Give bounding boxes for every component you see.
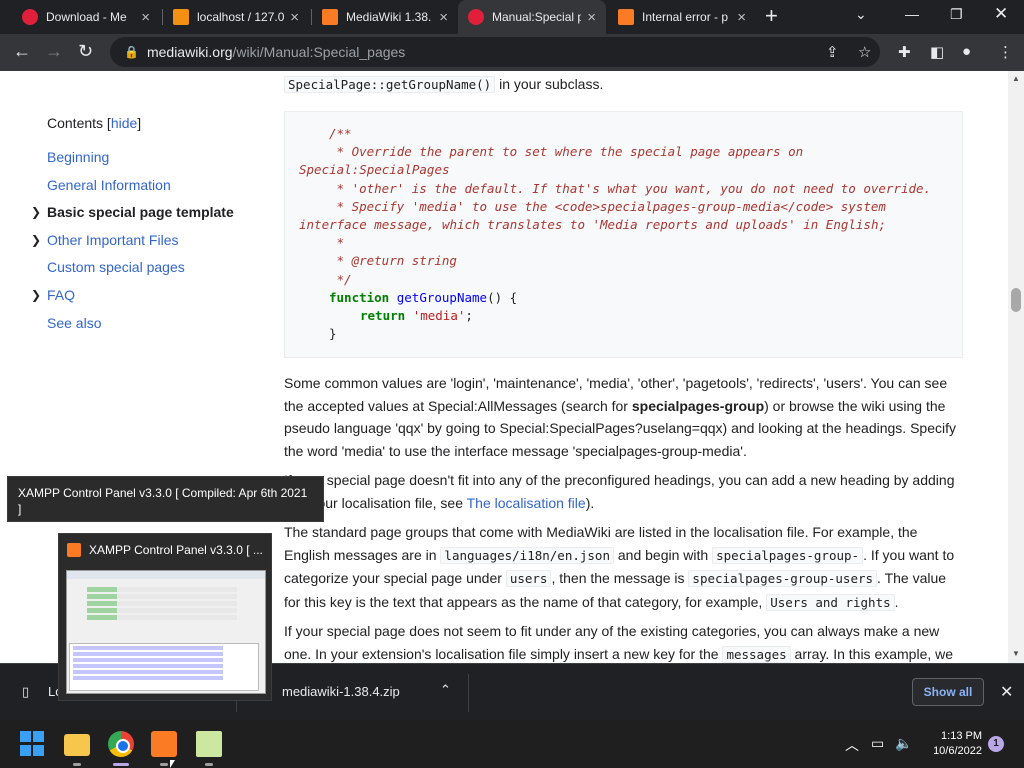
xampp-icon <box>67 543 81 557</box>
toc-heading: Contents [hide] <box>47 115 142 131</box>
scroll-up-arrow-icon[interactable]: ▲ <box>1012 74 1020 83</box>
paragraph-common-values: Some common values are 'login', 'mainten… <box>284 375 956 459</box>
bookmark-star-icon[interactable]: ☆ <box>858 43 871 61</box>
new-tab-button[interactable]: + <box>765 3 778 29</box>
close-download-bar-icon[interactable]: ✕ <box>1000 682 1013 702</box>
close-tab-icon[interactable]: × <box>290 9 299 26</box>
page-scrollbar[interactable]: ▲ ▼ <box>1008 71 1024 663</box>
thumbnail-log <box>69 643 259 691</box>
paragraph-page-groups: The standard page groups that come with … <box>284 524 955 611</box>
file-icon: ▯ <box>22 684 30 699</box>
system-clock[interactable]: 1:13 PM 10/6/2022 <box>920 729 982 759</box>
xampp-icon <box>618 9 634 25</box>
tab-localhost[interactable]: localhost / 127.0 × <box>163 0 309 34</box>
xampp-taskbar-icon[interactable] <box>151 731 177 757</box>
running-indicator <box>160 763 168 766</box>
lock-icon[interactable]: 🔒 <box>124 45 139 59</box>
windows-taskbar: ︿ ▭ 🔈 1:13 PM 10/6/2022 1 <box>0 720 1024 768</box>
divider <box>468 674 469 712</box>
tab-search-icon[interactable]: ⌄ <box>855 6 867 23</box>
network-icon[interactable]: ▭ <box>871 735 884 752</box>
chrome-icon[interactable] <box>108 731 134 757</box>
file-explorer-icon[interactable] <box>64 734 90 756</box>
back-arrow-icon[interactable]: ← <box>13 41 31 62</box>
opera-icon <box>468 9 484 25</box>
toc-item-general-information[interactable]: General Information <box>47 175 257 203</box>
tray-overflow-chevron-icon[interactable]: ︿ <box>845 735 859 755</box>
volume-icon[interactable]: 🔈 <box>895 735 912 752</box>
xampp-icon <box>322 9 338 25</box>
notification-badge[interactable]: 1 <box>988 736 1004 752</box>
toc-item-custom-special-pages[interactable]: Custom special pages <box>47 257 257 285</box>
localisation-file-link[interactable]: The localisation file <box>467 495 586 511</box>
opera-icon <box>22 9 38 25</box>
minimize-button[interactable]: — <box>905 6 919 22</box>
chevron-up-icon[interactable]: ⌃ <box>440 682 451 698</box>
paragraph-new-heading: If your special page doesn't fit into an… <box>284 472 955 511</box>
xampp-thumbnail <box>66 570 266 694</box>
mouse-cursor-icon <box>170 760 178 768</box>
chevron-right-icon[interactable]: ❯ <box>31 202 41 222</box>
url-path: /wiki/Manual:Special_pages <box>232 44 406 60</box>
restore-button[interactable]: ❐ <box>950 6 963 23</box>
address-bar[interactable]: 🔒 mediawiki.org/wiki/Manual:Special_page… <box>110 37 880 67</box>
chevron-right-icon[interactable]: ❯ <box>31 230 41 250</box>
toc-item-beginning[interactable]: Beginning <box>47 147 257 175</box>
intro-line: SpecialPage::getGroupName() in your subc… <box>284 73 964 97</box>
toc-item-faq[interactable]: ❯ FAQ <box>31 285 257 313</box>
chevron-right-icon[interactable]: ❯ <box>31 285 41 305</box>
tab-mediawiki[interactable]: MediaWiki 1.38. × <box>312 0 458 34</box>
notepad-plus-plus-icon[interactable] <box>196 731 222 757</box>
forward-arrow-icon[interactable]: → <box>45 41 63 62</box>
download-item-mediawiki[interactable]: mediawiki-1.38.4.zip <box>282 684 400 699</box>
reload-icon[interactable]: ↻ <box>78 41 93 62</box>
show-all-button[interactable]: Show all <box>912 678 984 706</box>
profile-icon[interactable]: ● <box>962 43 971 60</box>
phpmyadmin-icon <box>173 9 189 25</box>
url-host: mediawiki.org <box>146 44 233 60</box>
scrollbar-thumb[interactable] <box>1011 288 1021 312</box>
active-indicator <box>113 763 129 766</box>
paragraph-new-category: If your special page does not seem to fi… <box>284 623 954 663</box>
share-icon[interactable]: ⇪ <box>826 43 839 61</box>
windows-start-icon[interactable] <box>20 731 46 757</box>
close-tab-icon[interactable]: × <box>737 9 746 26</box>
table-of-contents: Contents [hide] Beginning General Inform… <box>31 115 257 341</box>
scroll-down-arrow-icon[interactable]: ▼ <box>1012 649 1020 658</box>
preview-title: XAMPP Control Panel v3.3.0 [ ... <box>67 543 263 557</box>
xampp-window-preview[interactable]: XAMPP Control Panel v3.3.0 [ ... <box>58 533 272 701</box>
close-tab-icon[interactable]: × <box>141 9 150 26</box>
toc-item-see-also[interactable]: See also <box>47 313 257 341</box>
menu-kebab-icon[interactable]: ⋮ <box>998 43 1013 61</box>
running-indicator <box>205 763 213 766</box>
close-tab-icon[interactable]: × <box>587 9 596 26</box>
thumbnail-titlebar <box>67 571 265 579</box>
taskbar-tooltip: XAMPP Control Panel v3.3.0 [ Compiled: A… <box>7 476 324 522</box>
thumbnail-module-rows <box>87 587 237 622</box>
tab-download[interactable]: Download - Me × <box>12 0 160 34</box>
extensions-icon[interactable]: ✚ <box>898 43 911 61</box>
tab-internal-error[interactable]: Internal error - p × <box>608 0 756 34</box>
tab-manual-special-pages[interactable]: Manual:Special p × <box>458 0 606 34</box>
toc-item-basic-template[interactable]: ❯ Basic special page template <box>31 202 257 230</box>
tab-strip: Download - Me × localhost / 127.0 × Medi… <box>0 0 1024 34</box>
browser-toolbar: ← → ↻ 🔒 mediawiki.org/wiki/Manual:Specia… <box>0 34 1024 71</box>
code-block: /** * Override the parent to set where t… <box>284 111 963 358</box>
toc-hide-link[interactable]: hide <box>111 115 137 131</box>
toc-item-other-files[interactable]: ❯ Other Important Files <box>31 230 257 258</box>
running-indicator <box>73 763 81 766</box>
side-panel-icon[interactable]: ◧ <box>930 43 944 61</box>
close-tab-icon[interactable]: × <box>439 9 448 26</box>
close-window-button[interactable]: ✕ <box>994 4 1008 24</box>
